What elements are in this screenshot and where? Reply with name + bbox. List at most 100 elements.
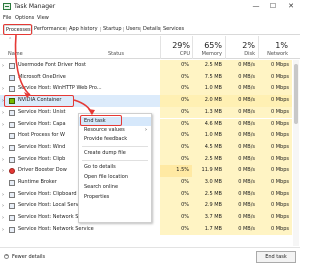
expand-chevron-icon[interactable]: › xyxy=(2,216,4,221)
menu-file[interactable]: File xyxy=(3,15,11,21)
expand-chevron-icon[interactable]: › xyxy=(2,110,4,115)
cpu-cell: 0% xyxy=(160,71,192,84)
process-icon xyxy=(9,63,15,69)
disk-cell: 0 MB/s xyxy=(225,95,258,107)
tab-performance[interactable]: Performance xyxy=(33,25,67,35)
expand-chevron-icon[interactable]: › xyxy=(2,192,4,197)
menu-options[interactable]: Options xyxy=(15,15,34,21)
chevron-up-icon: ^ xyxy=(4,254,9,259)
cpu-cell: 0% xyxy=(160,188,192,201)
cpu-cell: 0% xyxy=(160,200,192,213)
network-cell: 0 Mbps xyxy=(258,153,292,166)
column-network[interactable]: Network xyxy=(258,51,288,57)
memory-cell: 4.5 MB xyxy=(192,141,225,154)
expand-chevron-icon[interactable]: › xyxy=(2,145,4,150)
column-status[interactable]: Status xyxy=(108,51,124,57)
cpu-cell: 0% xyxy=(160,212,192,224)
column-cpu[interactable]: CPU xyxy=(160,51,190,57)
expand-chevron-icon[interactable]: › xyxy=(2,99,4,104)
memory-cell: 3.0 MB xyxy=(192,177,225,189)
nvidia-icon xyxy=(9,98,15,105)
tab-bar: Processes Performance App history Startu… xyxy=(0,24,300,35)
end-task-button[interactable]: End task xyxy=(256,251,296,263)
expand-chevron-icon[interactable]: › xyxy=(2,169,4,174)
memory-cell: 1.7 MB xyxy=(192,223,225,236)
tab-users[interactable]: Users xyxy=(125,25,141,35)
network-cell: 0 Mbps xyxy=(258,223,292,236)
gear-icon xyxy=(9,109,15,116)
network-cell: 0 Mbps xyxy=(258,71,292,84)
cpu-cell: 0% xyxy=(160,130,192,142)
menu-item-properties[interactable]: Properties xyxy=(79,193,151,202)
disk-cell: 0 MB/s xyxy=(225,106,258,119)
expand-chevron-icon[interactable]: › xyxy=(2,157,4,162)
close-button[interactable]: ✕ xyxy=(283,1,299,11)
disk-cell: 0 MB/s xyxy=(225,223,258,236)
gear-icon xyxy=(9,121,15,128)
tab-startup[interactable]: Startup xyxy=(102,25,123,35)
column-header: ⌃ Name Status 29% CPU 65% Memory 2% Disk… xyxy=(0,36,300,59)
network-cell: 0 Mbps xyxy=(258,118,292,131)
network-cell: 0 Mbps xyxy=(258,188,292,201)
maximize-button[interactable]: ☐ xyxy=(265,1,281,11)
menu-item-provide-feedback[interactable]: Provide feedback xyxy=(79,135,151,144)
menu-view[interactable]: View xyxy=(37,15,49,21)
column-name[interactable]: Name xyxy=(8,51,23,57)
disk-cell: 0 MB/s xyxy=(225,83,258,96)
expand-chevron-icon[interactable]: › xyxy=(2,87,4,92)
menu-item-create-dump-file[interactable]: Create dump file xyxy=(79,149,151,158)
memory-percent: 65% xyxy=(204,41,222,50)
table-row[interactable]: › Usermode Font Driver Host 0% 2.5 MB 0 M… xyxy=(0,60,292,72)
tab-separator xyxy=(123,27,124,32)
minimize-button[interactable]: — xyxy=(248,1,264,11)
memory-cell: 1.0 MB xyxy=(192,130,225,142)
status-bar: ^ Fewer details End task xyxy=(0,247,300,267)
network-cell: 0 Mbps xyxy=(258,165,292,177)
tab-separator xyxy=(100,27,101,32)
disk-cell: 0 MB/s xyxy=(225,71,258,84)
expand-chevron-icon[interactable]: › xyxy=(2,122,4,127)
table-row[interactable]: Microsoft OneDrive 0% 7.5 MB 0 MB/s 0 Mb… xyxy=(0,71,292,84)
cpu-cell: 0% xyxy=(160,153,192,166)
column-memory[interactable]: Memory xyxy=(192,51,222,57)
tab-app-history[interactable]: App history xyxy=(68,25,99,35)
expand-chevron-icon[interactable]: › xyxy=(2,64,4,69)
vertical-scrollbar[interactable] xyxy=(293,60,299,246)
gear-icon xyxy=(9,86,15,93)
memory-cell: 2.5 MB xyxy=(192,153,225,166)
cpu-cell: 0% xyxy=(160,95,192,107)
network-cell: 0 Mbps xyxy=(258,60,292,72)
tab-details[interactable]: Details xyxy=(142,25,161,35)
disk-cell: 0 MB/s xyxy=(225,200,258,213)
memory-cell: 7.5 MB xyxy=(192,71,225,84)
table-row[interactable]: › Service Host: WinHTTP Web Pro... 0% 1.0… xyxy=(0,83,292,96)
table-row[interactable]: › NVIDIA Container 0% 2.0 MB 0 MB/s 0 Mbp… xyxy=(0,95,292,107)
disk-cell: 0 MB/s xyxy=(225,141,258,154)
menu-item-go-to-details[interactable]: Go to details xyxy=(79,163,151,172)
disk-percent: 2% xyxy=(242,41,255,50)
column-disk[interactable]: Disk xyxy=(225,51,255,57)
disk-cell: 0 MB/s xyxy=(225,60,258,72)
memory-cell: 2.9 MB xyxy=(192,200,225,213)
onedrive-icon xyxy=(9,74,15,81)
disk-cell: 0 MB/s xyxy=(225,188,258,201)
menu-item-end-task[interactable]: End task xyxy=(79,117,151,126)
table-row[interactable]: › Service Host: Network Service 0% 1.7 MB… xyxy=(0,223,292,236)
memory-cell: 2.0 MB xyxy=(192,95,225,107)
menu-item-search-online[interactable]: Search online xyxy=(79,183,151,192)
menu-item-resource-values[interactable]: Resource values › xyxy=(79,126,151,135)
scrollbar-thumb[interactable] xyxy=(294,64,298,124)
fewer-details-link[interactable]: ^ Fewer details xyxy=(4,254,45,260)
menu-item-open-file-location[interactable]: Open file location xyxy=(79,173,151,182)
cpu-cell: 1.5% xyxy=(160,165,192,177)
disk-cell: 0 MB/s xyxy=(225,165,258,177)
tab-processes[interactable]: Processes xyxy=(4,25,33,35)
network-cell: 0 Mbps xyxy=(258,177,292,189)
expand-chevron-icon[interactable]: › xyxy=(2,227,4,232)
tab-services[interactable]: Services xyxy=(162,25,185,35)
expand-chevron-icon[interactable]: › xyxy=(2,204,4,209)
tab-separator xyxy=(140,27,141,32)
process-icon xyxy=(9,133,15,140)
disk-cell: 0 MB/s xyxy=(225,212,258,224)
memory-cell: 3.7 MB xyxy=(192,212,225,224)
